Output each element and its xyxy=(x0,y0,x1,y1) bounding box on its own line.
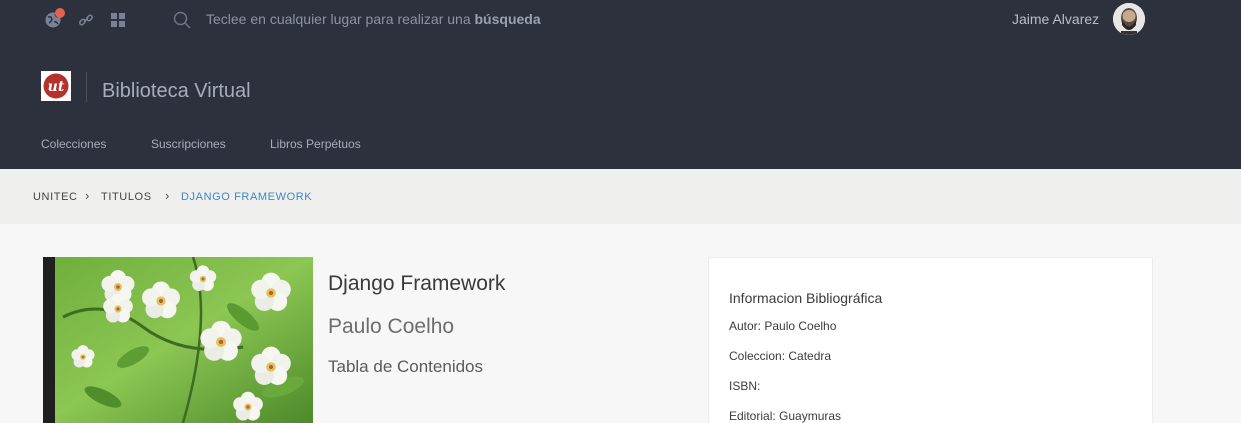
search-icon xyxy=(172,10,192,30)
breadcrumb-titulos[interactable]: TITULOS xyxy=(101,191,152,203)
bibliographic-info-card xyxy=(708,257,1153,423)
brand-logo[interactable]: ut xyxy=(41,71,71,101)
nav-suscripciones[interactable]: Suscripciones xyxy=(151,137,226,151)
chevron-right-icon: › xyxy=(165,188,170,203)
nav-colecciones[interactable]: Colecciones xyxy=(41,137,106,151)
book-cover-image xyxy=(43,257,313,423)
svg-text:ut: ut xyxy=(48,79,65,95)
info-author: Autor: Paulo Coelho xyxy=(729,319,837,333)
search-placeholder-bold: búsqueda xyxy=(474,11,541,27)
info-collection: Coleccion: Catedra xyxy=(729,349,832,363)
search-input[interactable]: Teclee en cualquier lugar para realizar … xyxy=(206,11,541,27)
table-of-contents-link[interactable]: Tabla de Contenidos xyxy=(328,357,483,377)
grid-icon[interactable] xyxy=(108,10,128,30)
info-heading: Informacion Bibliográfica xyxy=(729,290,883,306)
app-title: Biblioteca Virtual xyxy=(102,80,251,102)
info-isbn: ISBN: xyxy=(729,379,761,393)
logo-divider xyxy=(86,72,87,102)
nav-libros-perpetuos[interactable]: Libros Perpétuos xyxy=(270,137,361,151)
book-author: Paulo Coelho xyxy=(328,315,455,338)
user-name[interactable]: Jaime Alvarez xyxy=(1012,11,1099,27)
link-icon[interactable] xyxy=(76,10,96,30)
search-placeholder: Teclee en cualquier lugar para realizar … xyxy=(206,11,475,27)
book-title: Django Framework xyxy=(328,272,506,295)
breadcrumb-current: DJANGO FRAMEWORK xyxy=(181,191,313,203)
avatar[interactable] xyxy=(1113,3,1145,35)
notification-badge xyxy=(55,8,65,18)
info-publisher: Editorial: Guaymuras xyxy=(729,409,842,423)
breadcrumb-unitec[interactable]: UNITEC xyxy=(33,191,78,203)
chevron-right-icon: › xyxy=(85,188,90,203)
